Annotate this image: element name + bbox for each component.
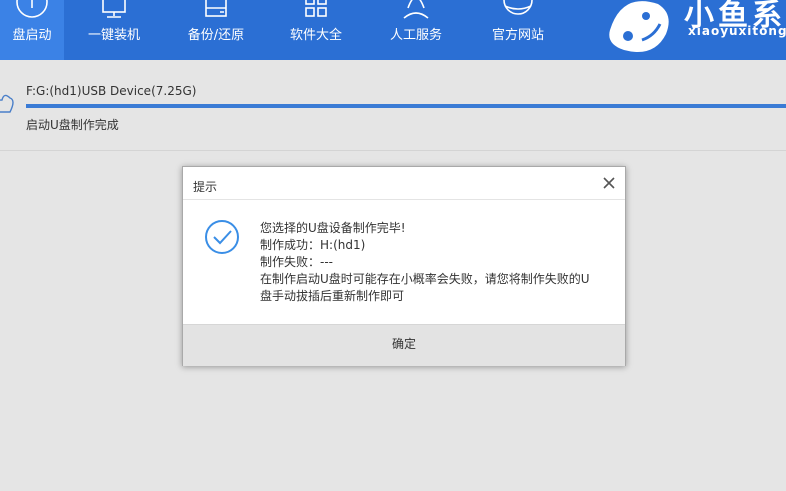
message-line: 您选择的U盘设备制作完毕! <box>260 221 406 235</box>
globe-icon <box>503 0 533 15</box>
nav-item-one-click-install[interactable]: 一键装机 <box>80 0 148 60</box>
nav-item-label: 官方网站 <box>491 28 544 43</box>
cloud-icon <box>0 94 14 113</box>
usb-disk-icon <box>16 0 48 18</box>
nav-item-label: 人工服务 <box>389 28 442 43</box>
device-row: F:G:(hd1)USB Device(7.25G) 启动U盘制作完成 <box>0 60 786 150</box>
customer-service-icon <box>403 0 429 19</box>
nav-item-manual-service[interactable]: 人工服务 <box>382 0 450 60</box>
close-icon[interactable] <box>601 175 617 191</box>
message-line: 在制作启动U盘时可能存在小概率会失败，请您将制作失败的U <box>260 272 590 286</box>
message-line: 盘手动拔插后重新制作即可 <box>260 289 405 303</box>
top-nav-bar: 盘启动 一键装机 备份/还原 软件大全 人工服务 官方网站 小鱼系 xiaoyu… <box>0 0 786 60</box>
dialog-footer: 确定 <box>183 324 625 366</box>
dialog-body: 您选择的U盘设备制作完毕! 制作成功：H:(hd1) 制作失败：--- 在制作启… <box>183 200 625 324</box>
dialog-header: 提示 <box>183 167 625 200</box>
message-line: 制作成功：H:(hd1) <box>260 238 366 252</box>
nav-item-label: 一键装机 <box>87 28 140 43</box>
success-check-icon <box>205 220 239 254</box>
divider <box>0 150 786 151</box>
monitor-icon <box>102 0 126 18</box>
dialog-title: 提示 <box>193 180 218 194</box>
nav-item-label: 盘启动 <box>12 28 52 43</box>
nav-item-software[interactable]: 软件大全 <box>282 0 350 60</box>
ok-button[interactable]: 确定 <box>183 325 625 366</box>
progress-fill <box>26 104 786 108</box>
nav-item-official-site[interactable]: 官方网站 <box>484 0 552 60</box>
nav-item-usb-boot[interactable]: 盘启动 <box>0 0 64 60</box>
brand-logo: 小鱼系 xiaoyuxitong <box>600 0 786 60</box>
apps-grid-icon <box>305 0 327 17</box>
dialog-message: 您选择的U盘设备制作完毕! 制作成功：H:(hd1) 制作失败：--- 在制作启… <box>260 220 610 305</box>
nav-item-label: 软件大全 <box>289 28 342 43</box>
fish-logo-icon <box>609 1 669 52</box>
prompt-dialog: 提示 您选择的U盘设备制作完毕! 制作成功：H:(hd1) 制作失败：--- 在… <box>182 166 626 366</box>
progress-bar <box>26 104 786 108</box>
nav-item-label: 备份/还原 <box>187 28 245 43</box>
brand-name-en: xiaoyuxitong <box>688 24 786 38</box>
message-line: 制作失败：--- <box>260 255 333 269</box>
backup-icon <box>205 0 227 17</box>
status-text: 启动U盘制作完成 <box>26 118 119 132</box>
device-name: F:G:(hd1)USB Device(7.25G) <box>26 84 197 98</box>
nav-item-backup-restore[interactable]: 备份/还原 <box>180 0 252 60</box>
